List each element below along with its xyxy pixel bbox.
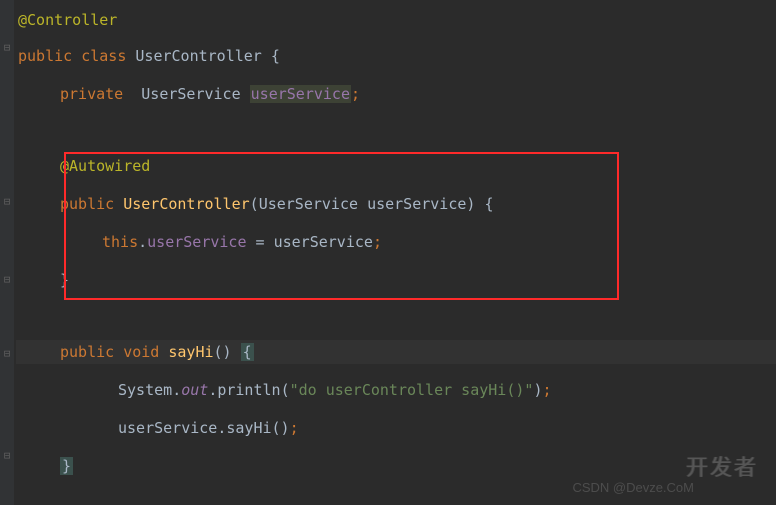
brace-highlight: }: [60, 457, 73, 475]
highlighted-field: userService: [250, 85, 351, 103]
blank-line: [16, 106, 776, 130]
blank-line: [16, 178, 776, 192]
fold-icon[interactable]: ⊟: [1, 450, 13, 462]
code-line: }: [16, 454, 776, 478]
code-line: public void sayHi() {: [16, 340, 776, 364]
blank-line: [16, 440, 776, 454]
editor-gutter: ⊟ ⊟ ⊟ ⊟ ⊟: [0, 0, 14, 505]
blank-line: [16, 316, 776, 340]
code-area[interactable]: @Controller public class UserController …: [14, 0, 776, 505]
blank-line: [16, 364, 776, 378]
annotation: @Controller: [18, 11, 117, 29]
code-line: private UserService userService;: [16, 82, 776, 106]
brace-highlight: {: [241, 343, 254, 361]
fold-icon[interactable]: ⊟: [1, 348, 13, 360]
blank-line: [16, 292, 776, 316]
annotation: @Autowired: [60, 157, 150, 175]
blank-line: [16, 130, 776, 154]
blank-line: [16, 216, 776, 230]
code-line: this.userService = userService;: [16, 230, 776, 254]
code-line: @Controller: [16, 8, 776, 32]
code-line: public class UserController {: [16, 44, 776, 68]
blank-line: [16, 254, 776, 268]
fold-icon[interactable]: ⊟: [1, 274, 13, 286]
code-line: }: [16, 268, 776, 292]
code-line: @Autowired: [16, 154, 776, 178]
blank-line: [16, 32, 776, 44]
fold-icon[interactable]: ⊟: [1, 42, 13, 54]
code-line: public UserController(UserService userSe…: [16, 192, 776, 216]
code-line: userService.sayHi();: [16, 416, 776, 440]
fold-icon[interactable]: ⊟: [1, 196, 13, 208]
blank-line: [16, 68, 776, 82]
code-line: System.out.println("do userController sa…: [16, 378, 776, 402]
code-editor: ⊟ ⊟ ⊟ ⊟ ⊟ @Controller public class UserC…: [0, 0, 776, 505]
blank-line: [16, 402, 776, 416]
